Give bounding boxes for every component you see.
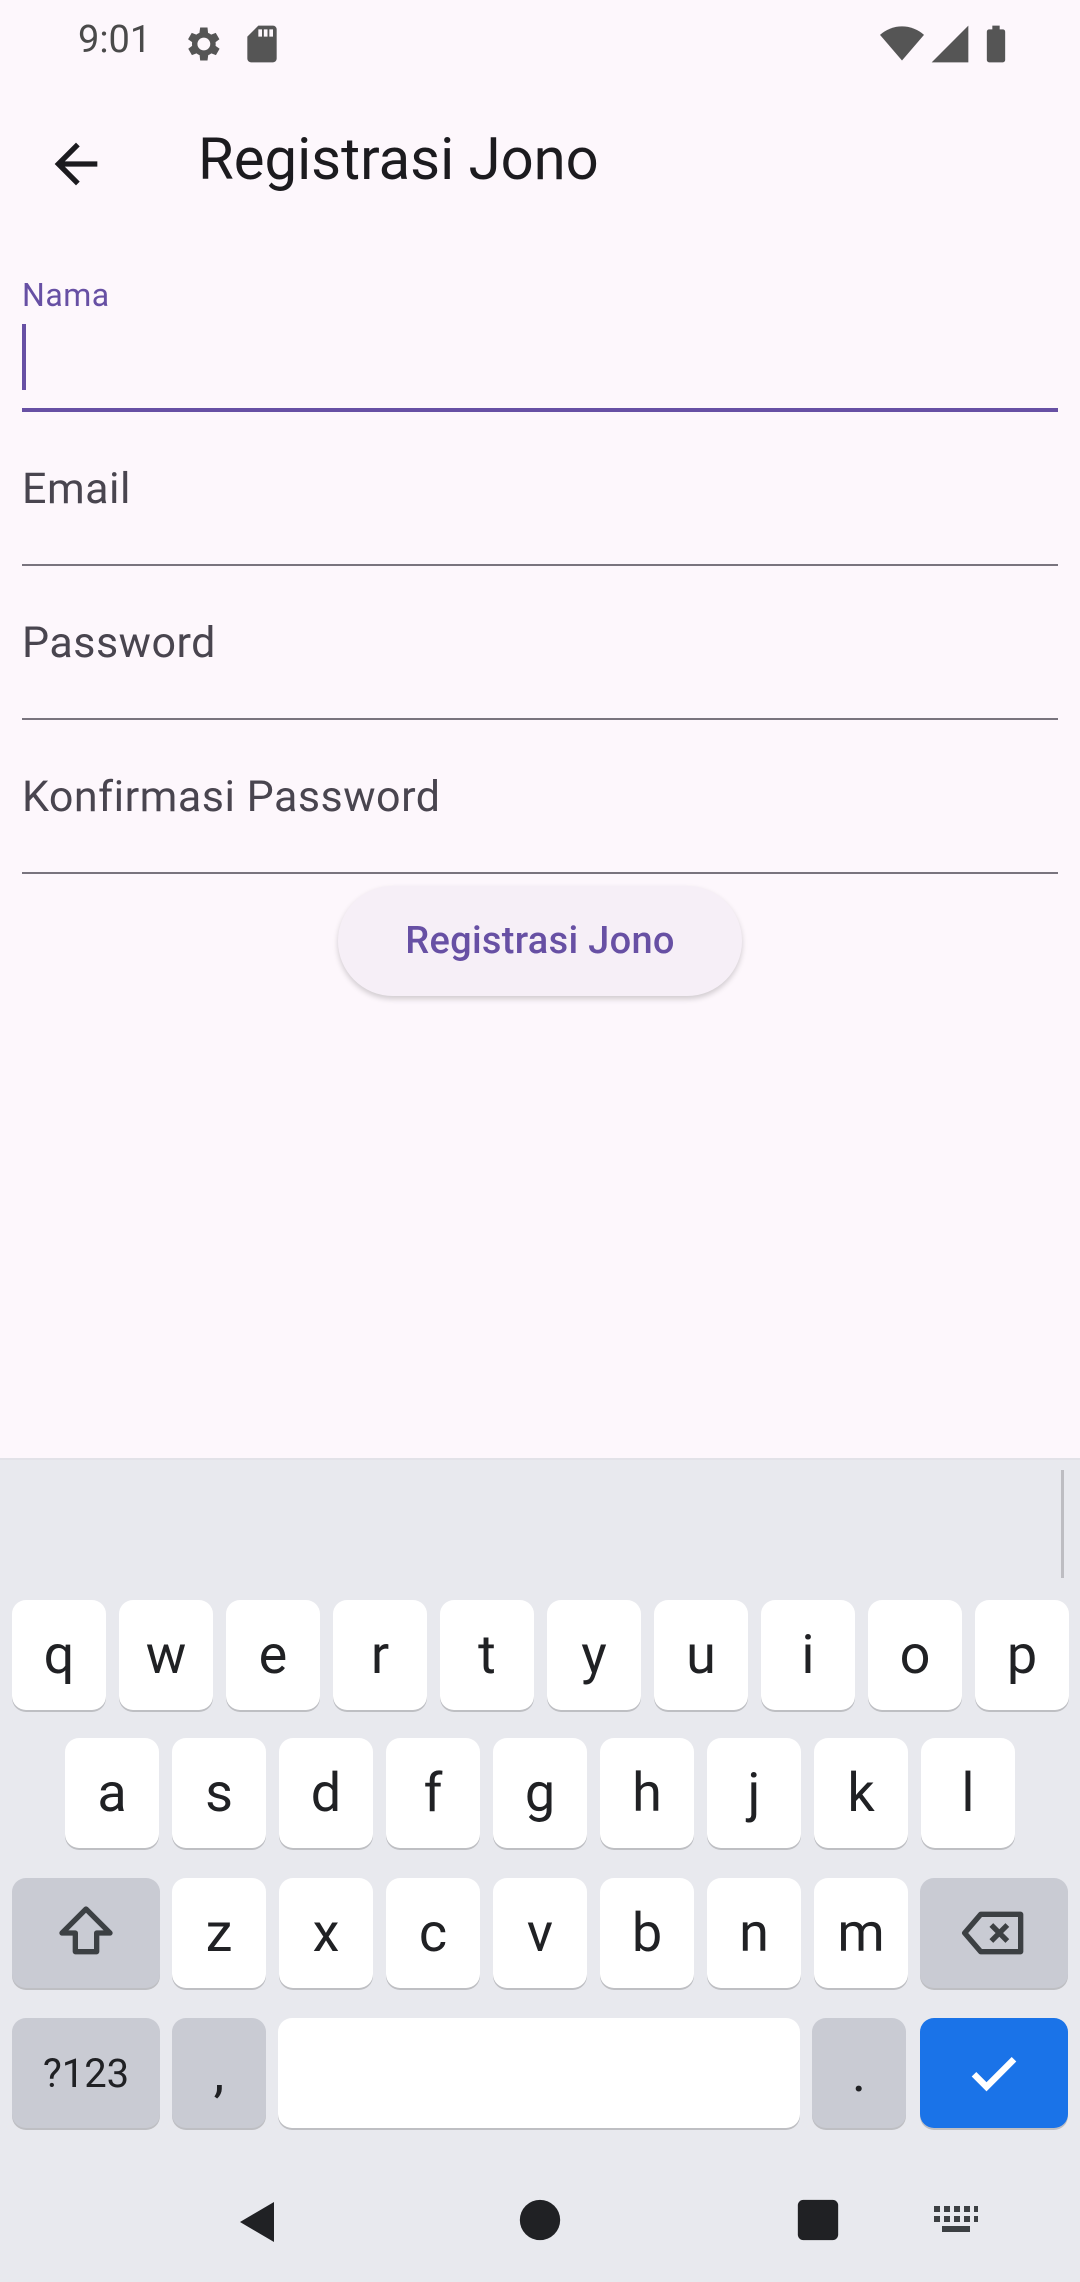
email-field[interactable]: Email [22,430,1058,566]
email-field-label: Email [22,464,131,514]
key-x[interactable]: x [279,1878,373,1988]
key-u[interactable]: u [654,1600,748,1710]
key-v[interactable]: v [493,1878,587,1988]
status-time: 9:01 [78,18,152,62]
key-d[interactable]: d [279,1738,373,1848]
key-y[interactable]: y [547,1600,641,1710]
confirm-password-field-label: Konfirmasi Password [22,772,441,822]
key-k[interactable]: k [814,1738,908,1848]
cell-signal-icon [931,25,969,63]
key-j[interactable]: j [707,1738,801,1848]
key-q[interactable]: q [12,1600,106,1710]
confirm-password-field[interactable]: Konfirmasi Password [22,738,1058,874]
key-f[interactable]: f [386,1738,480,1848]
key-s[interactable]: s [172,1738,266,1848]
key-l[interactable]: l [921,1738,1015,1848]
email-field-underline [22,564,1058,566]
symbols-key[interactable]: ?123 [12,2018,160,2128]
status-bar: 9:01 [0,0,1080,90]
shift-key[interactable] [12,1878,160,1988]
nav-back-icon[interactable] [234,2198,282,2246]
settings-icon [188,27,220,61]
nav-home-icon[interactable] [518,2198,562,2242]
name-field[interactable]: Nama [22,276,1058,412]
key-r[interactable]: r [333,1600,427,1710]
key-c[interactable]: c [386,1878,480,1988]
key-m[interactable]: m [814,1878,908,1988]
period-key[interactable]: . [812,2018,906,2128]
key-i[interactable]: i [761,1600,855,1710]
backspace-key[interactable] [920,1878,1068,1988]
navigation-bar [0,2158,1080,2280]
done-key[interactable] [920,2018,1068,2128]
space-key[interactable] [278,2018,800,2128]
shift-icon [59,1906,113,1955]
nav-recents-icon[interactable] [796,2198,840,2242]
wifi-icon [880,26,924,61]
key-t[interactable]: t [440,1600,534,1710]
sd-card-icon [247,25,277,63]
keyboard-suggestion-divider [1061,1470,1064,1578]
password-field[interactable]: Password [22,584,1058,720]
name-field-label: Nama [22,276,110,314]
keyboard-switch-icon[interactable] [932,2202,980,2238]
comma-key[interactable]: , [172,2018,266,2128]
key-a[interactable]: a [65,1738,159,1848]
confirm-password-field-underline [22,872,1058,874]
key-n[interactable]: n [707,1878,801,1988]
back-arrow-icon[interactable] [44,132,108,196]
register-button[interactable]: Registrasi Jono [338,886,742,996]
password-field-label: Password [22,618,216,668]
backspace-icon [962,1911,1024,1955]
password-field-underline [22,718,1058,720]
key-h[interactable]: h [600,1738,694,1848]
app-bar: Registrasi Jono [0,90,1080,230]
battery-icon [986,25,1006,63]
key-p[interactable]: p [975,1600,1069,1710]
page-title: Registrasi Jono [198,126,599,194]
name-field-underline [22,408,1058,412]
key-o[interactable]: o [868,1600,962,1710]
key-g[interactable]: g [493,1738,587,1848]
key-b[interactable]: b [600,1878,694,1988]
key-e[interactable]: e [226,1600,320,1710]
checkmark-icon [971,2056,1017,2092]
key-w[interactable]: w [119,1600,213,1710]
text-cursor [22,324,26,390]
key-z[interactable]: z [172,1878,266,1988]
